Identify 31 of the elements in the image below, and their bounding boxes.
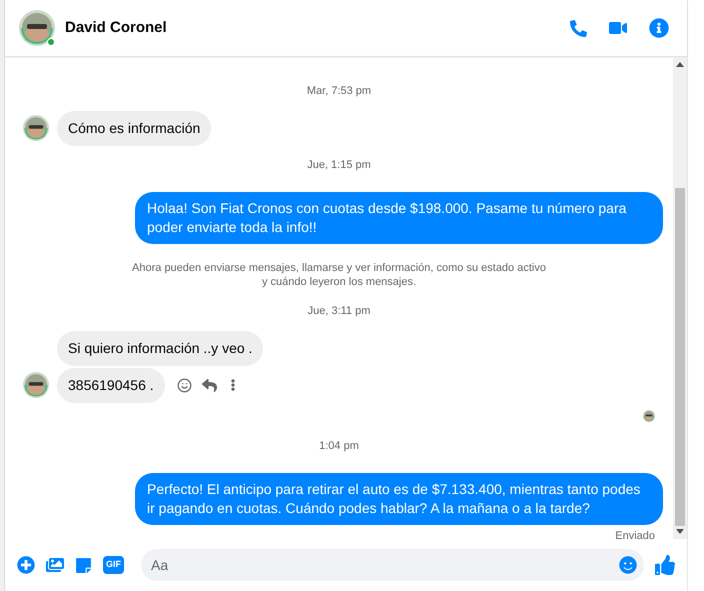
scroll-down-icon[interactable] bbox=[676, 529, 684, 534]
timestamp: Jue, 3:11 pm bbox=[308, 304, 370, 319]
sticker-icon[interactable] bbox=[75, 556, 92, 574]
message-field[interactable]: Aa bbox=[141, 549, 644, 581]
seen-avatar bbox=[643, 410, 655, 422]
contact-avatar bbox=[23, 115, 49, 141]
message-bubble: Cómo es información bbox=[57, 110, 212, 146]
timestamp: Mar, 7:53 pm bbox=[306, 84, 372, 99]
timestamp: Jue, 1:15 pm bbox=[307, 158, 371, 172]
gif-button[interactable]: GIF bbox=[103, 556, 124, 574]
message-bubble: Si quiero información ..y veo . bbox=[57, 330, 264, 366]
contact-avatar bbox=[23, 372, 49, 398]
message-bubble: Holaa! Son Fiat Cronos con cuotas desde $198.000. Pasame tu número para poder enviarte toda la info!! bbox=[135, 192, 663, 244]
emoji-icon[interactable] bbox=[619, 556, 637, 574]
phone-icon[interactable] bbox=[570, 20, 587, 36]
video-icon[interactable] bbox=[609, 19, 627, 37]
notice-text: Ahora pueden enviarse mensajes, llamarse y ver información, como su estado activo y cuándo leyeron los mensajes. bbox=[132, 261, 546, 289]
info-icon[interactable] bbox=[649, 18, 669, 38]
emoji-icon[interactable] bbox=[176, 378, 192, 392]
add-icon[interactable] bbox=[17, 556, 35, 574]
scroll-up-icon[interactable] bbox=[676, 62, 684, 67]
scrollbar[interactable] bbox=[673, 57, 687, 539]
message-bubble: 3856190456 . bbox=[57, 368, 165, 402]
image-icon[interactable] bbox=[46, 556, 64, 574]
status-text: Enviado bbox=[615, 529, 655, 544]
like-icon[interactable] bbox=[655, 555, 675, 575]
contact-name[interactable]: David Coronel bbox=[65, 16, 167, 40]
contact-avatar bbox=[19, 10, 55, 46]
timestamp: 1:04 pm bbox=[319, 438, 359, 454]
message-bubble: Perfecto! El anticipo para retirar el auto es de $7.133.400, mientras tanto podes ir pagando en cuotas. Cuándo podes hablar? A la mañana o a la tarde? bbox=[135, 473, 663, 525]
reply-icon[interactable] bbox=[202, 378, 217, 392]
